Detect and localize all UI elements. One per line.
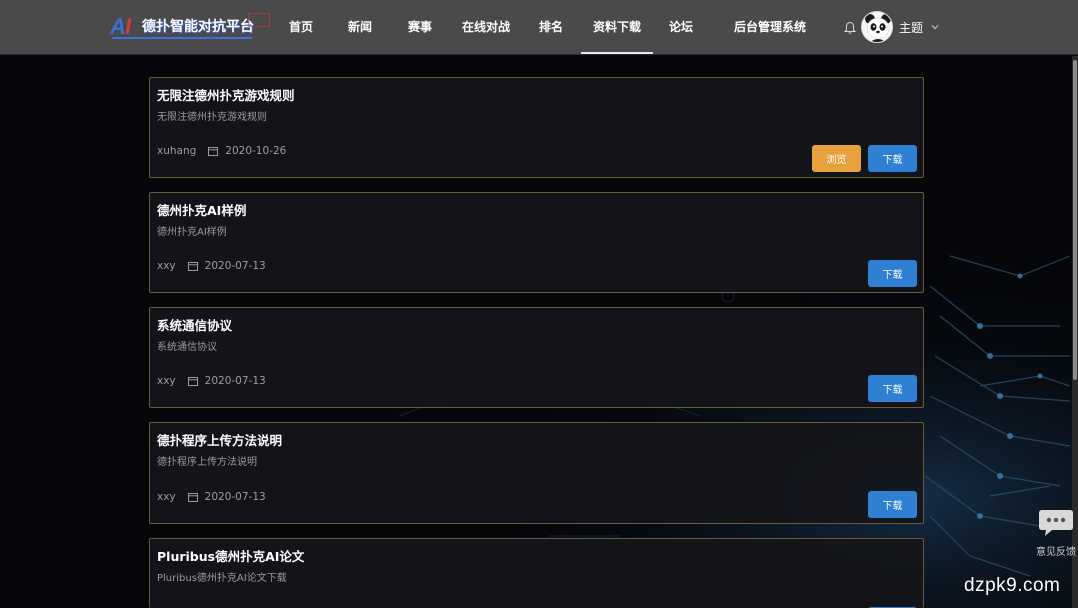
document-card: 系统通信协议 系统通信协议 xxy 2020-07-13 下载 xyxy=(149,307,924,408)
preview-button[interactable]: 浏览 xyxy=(812,145,861,172)
feedback-widget[interactable]: 意见反馈 xyxy=(1034,507,1078,558)
document-meta: xxy 2020-07-13 xyxy=(157,375,266,387)
nav-admin[interactable]: 后台管理系统 xyxy=(734,0,806,55)
feedback-label: 意见反馈 xyxy=(1036,547,1076,558)
document-description: 无限注德州扑克游戏规则 xyxy=(157,112,267,123)
site-logo[interactable]: AI 德扑智能对抗平台 xyxy=(110,13,270,41)
document-date: 2020-10-26 xyxy=(225,145,287,157)
document-title[interactable]: Pluribus德州扑克AI论文 xyxy=(157,546,304,565)
document-description: Pluribus德州扑克AI论文下载 xyxy=(157,573,287,584)
document-card: Pluribus德州扑克AI论文 Pluribus德州扑克AI论文下载 xyxy=(149,538,924,608)
download-button[interactable]: 下载 xyxy=(868,491,917,518)
watermark: dzpk9.com xyxy=(964,575,1061,596)
document-description: 德州扑克AI样例 xyxy=(157,227,227,238)
logo-underline xyxy=(112,37,252,39)
nav-online-battle[interactable]: 在线对战 xyxy=(462,0,510,55)
document-card: 德州扑克AI样例 德州扑克AI样例 xxy 2020-07-13 下载 xyxy=(149,192,924,293)
document-card: 无限注德州扑克游戏规则 无限注德州扑克游戏规则 xuhang 2020-10-2… xyxy=(149,77,924,178)
download-button[interactable]: 下载 xyxy=(868,260,917,287)
document-author: xxy xyxy=(157,260,176,272)
document-description: 德扑程序上传方法说明 xyxy=(157,457,257,468)
calendar-icon xyxy=(187,377,198,386)
user-menu[interactable]: 主题 xyxy=(843,8,939,46)
theme-label[interactable]: 主题 xyxy=(899,19,923,36)
document-description: 系统通信协议 xyxy=(157,342,217,353)
logo-text: 德扑智能对抗平台 xyxy=(142,19,254,35)
avatar[interactable] xyxy=(861,11,893,43)
document-title[interactable]: 德扑程序上传方法说明 xyxy=(157,430,282,449)
document-author: xxy xyxy=(157,491,176,503)
nav-forum[interactable]: 论坛 xyxy=(669,0,693,55)
calendar-icon xyxy=(208,147,219,156)
document-date: 2020-07-13 xyxy=(204,260,266,272)
top-navbar: AI 德扑智能对抗平台 首页 新闻 赛事 在线对战 排名 资料下载 论坛 后台管… xyxy=(0,0,1078,55)
download-button[interactable]: 下载 xyxy=(868,145,917,172)
download-button[interactable]: 下载 xyxy=(868,375,917,402)
document-title[interactable]: 系统通信协议 xyxy=(157,315,232,334)
document-title[interactable]: 无限注德州扑克游戏规则 xyxy=(157,85,295,104)
document-meta: xxy 2020-07-13 xyxy=(157,491,266,503)
document-author: xuhang xyxy=(157,145,197,157)
chevron-down-icon[interactable] xyxy=(931,23,939,31)
document-title[interactable]: 德州扑克AI样例 xyxy=(157,200,246,219)
nav-news[interactable]: 新闻 xyxy=(348,0,372,55)
nav-events[interactable]: 赛事 xyxy=(408,0,432,55)
nav-downloads[interactable]: 资料下载 xyxy=(580,0,654,55)
nav-ranking[interactable]: 排名 xyxy=(539,0,563,55)
nav-home[interactable]: 首页 xyxy=(289,0,313,55)
document-meta: xxy 2020-07-13 xyxy=(157,260,266,272)
document-date: 2020-07-13 xyxy=(204,491,266,503)
logo-tag-box xyxy=(248,13,270,27)
chat-bubble-icon xyxy=(1039,510,1073,536)
document-date: 2020-07-13 xyxy=(204,375,266,387)
scrollbar-thumb[interactable] xyxy=(1073,60,1077,380)
calendar-icon xyxy=(187,493,198,502)
document-meta: xuhang 2020-10-26 xyxy=(157,145,286,157)
calendar-icon xyxy=(187,262,198,271)
document-author: xxy xyxy=(157,375,176,387)
bell-icon[interactable] xyxy=(843,20,857,34)
panda-avatar-icon xyxy=(862,12,892,42)
document-card: 德扑程序上传方法说明 德扑程序上传方法说明 xxy 2020-07-13 下载 xyxy=(149,422,924,524)
ai-logo-mark: AI xyxy=(110,14,132,39)
